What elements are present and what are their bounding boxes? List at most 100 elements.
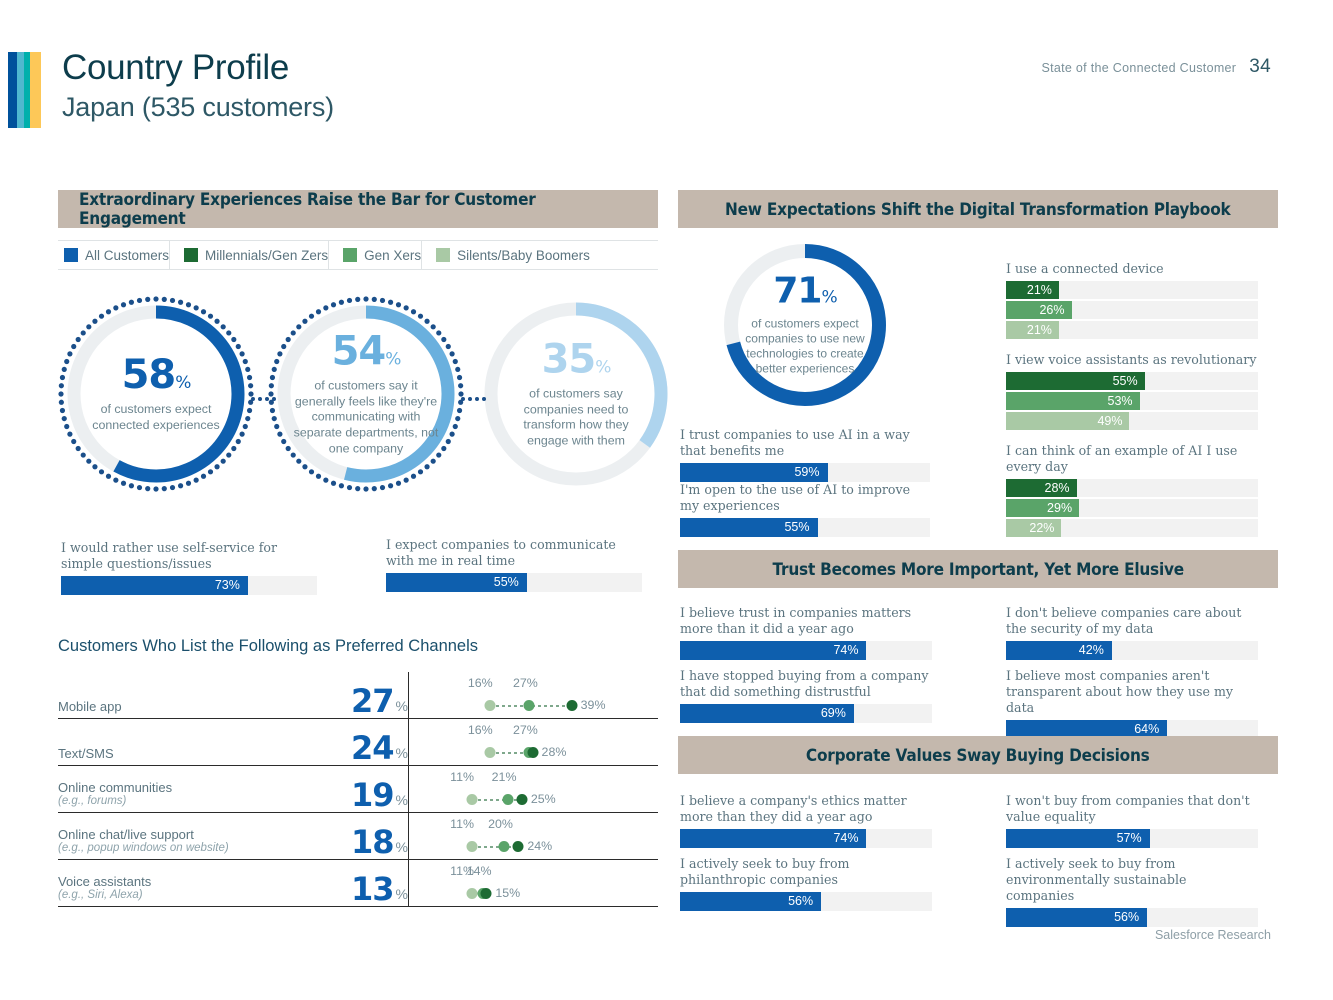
green-bar-track: 49% [1006,411,1258,430]
bar-label: I expect companies to communicate with m… [386,537,616,568]
bargroup-self-service: I would rather use self-service for simp… [61,540,317,595]
donut-ring-dot [193,305,199,311]
donut-ring-dot [153,296,159,302]
green-bar-value: 55% [1112,373,1138,388]
bar-value: 64% [1134,722,1160,737]
bar-label: I actively seek to buy from philanthropi… [680,856,850,887]
green-bargroup-1: I view voice assistants as revolutionary… [1006,352,1258,432]
legend: All Customers Millennials/Gen Zers Gen Xer… [58,240,658,270]
donut-ring-dot [323,477,329,483]
channel-value-cell: 18% [308,813,408,859]
dot-millennials [512,841,524,852]
donut-ring-dot [296,458,302,464]
donut-ring-dot [136,297,143,304]
dot-low-label: 11% [450,817,474,831]
donut-description: of customers say companies need to trans… [523,386,629,448]
legend-label: Silents/Baby Boomers [457,247,590,263]
donut-ring-dot [98,469,105,475]
bar-track: 55% [386,572,642,592]
donut-ring-dot [231,445,237,452]
donut-ring-dot [161,486,167,492]
bar-label: I trust companies to use AI in a way tha… [680,427,910,458]
donut-ring-dot [105,309,112,315]
legend-swatch-icon [436,248,451,262]
donut-ring-dot [220,324,226,330]
bar-fill: 59% [680,462,828,482]
channel-name-example: (e.g., Siri, Alexa) [58,889,143,902]
green-bar-track: 21% [1006,320,1258,339]
bargroup-real-time: I expect companies to communicate with m… [386,537,642,592]
donut-ring-dot [417,313,424,319]
donut-ring-dot [355,296,361,302]
dot-silents [484,700,496,711]
bar-track: 69% [680,703,932,723]
bar-label: I believe a company's ethics matter more… [680,793,907,824]
channel-dotplot-cell: 16% 27% 39% [408,672,658,718]
dot-silents [466,888,478,899]
dot-millennials [566,700,578,711]
donut-ring-dot [417,469,424,475]
donut-ring-dot [330,302,337,308]
channel-percent-symbol: % [395,792,408,808]
donut-ring-dot [346,484,353,491]
donut-ring-dot [105,473,112,479]
donut-ring-dot [430,458,436,464]
channel-percent-symbol: % [395,886,408,902]
legend-item-3: Silents/Baby Boomers [422,248,590,263]
green-bar-track: 21% [1006,280,1258,299]
bar-fill: 57% [1006,828,1150,848]
donut-ring-dot [379,297,386,304]
channel-row: Online communities (e.g., forums) 19% 11% 21… [58,766,658,813]
bar-label: I don't believe companies care about the… [1006,605,1242,636]
donut-separator-2 [461,396,487,402]
channel-name-cell: Online communities (e.g., forums) [58,766,308,812]
values-bargroup-3: I actively seek to buy from environmenta… [1006,856,1258,927]
bar-fill: 69% [680,703,854,723]
new-technologies-donut-center: 71% of customers expect companies to use … [718,273,892,376]
channel-name-cell: Voice assistants (e.g., Siri, Alexa) [58,860,308,906]
channel-value: 13 [351,869,395,908]
bar-value: 56% [1114,910,1140,925]
dot-labels: 11% 21% [421,770,658,786]
green-bar-fill: 55% [1006,371,1145,390]
donut-ring-dot [120,302,127,308]
donut-ring-dot [207,469,214,475]
donut-ring-dot [80,330,86,336]
dot-genx [523,700,535,711]
donut-ring-dot [424,464,430,470]
channel-name-example: (e.g., forums) [58,795,127,808]
bar-track: 42% [1006,640,1258,660]
donut-ring-dot [161,296,167,302]
green-bargroup-2: I can think of an example of AI I use ev… [1006,443,1258,539]
dot-line: 39% [421,698,658,713]
connected-experiences-donut: 58% of customers expect connected experie… [58,296,254,492]
donut-value: 71% [773,270,837,312]
donut-ring-dot [226,452,232,458]
bar-label: I believe trust in companies matters mor… [680,605,912,636]
donut-ring-dot [214,464,220,470]
dot-high-label: 39% [580,698,606,712]
green-bar-label: I view voice assistants as revolutionary [1006,352,1257,367]
green-bar-track: 26% [1006,300,1258,319]
salesforce-logo-bars [8,52,41,128]
green-bar-fill: 53% [1006,391,1140,410]
donut-ring-dot [214,318,220,324]
donut-description: of customers expect connected experience… [92,401,220,432]
connected-experiences-donut-center: 58% of customers expect connected experie… [58,355,254,433]
channel-percent-symbol: % [395,698,408,714]
dot-connector [472,798,522,801]
bar-track: 56% [680,891,932,911]
donut-ring-dot [92,318,98,324]
channel-value: 27 [351,681,395,720]
donut-value: 35% [541,336,612,383]
green-bar-fill: 26% [1006,300,1072,319]
channel-dotplot-cell: 11% 21% 25% [408,766,658,812]
donut-ring-dot [145,486,151,492]
legend-label: All Customers [85,247,170,263]
bar-label: I have stopped buying from a company tha… [680,668,929,699]
bar-value: 55% [784,520,810,535]
donut-ring-dot [387,299,394,305]
donut-ring-dot [86,324,92,330]
channel-value-cell: 24% [308,719,408,765]
page-number: 34 [1249,56,1271,77]
